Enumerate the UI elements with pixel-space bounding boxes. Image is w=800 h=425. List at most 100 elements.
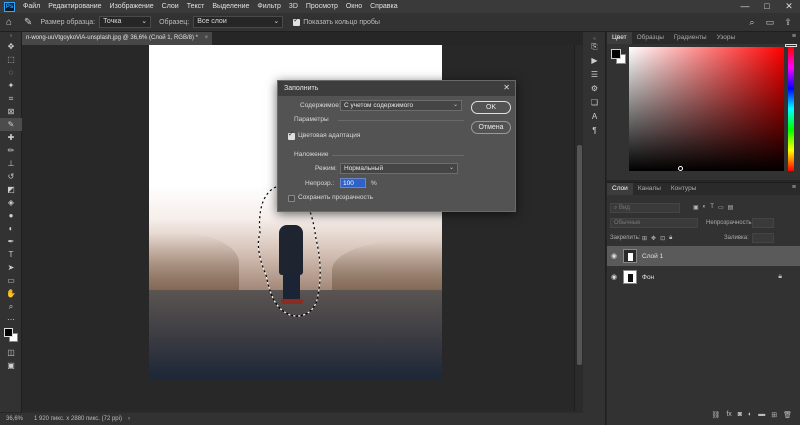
maximize-button[interactable]: □ — [756, 0, 778, 13]
menu-select[interactable]: Выделение — [208, 3, 253, 10]
eraser-tool-icon[interactable]: ◩ — [0, 183, 22, 196]
color-adapt-checkbox[interactable] — [288, 130, 295, 140]
quick-mask-icon[interactable]: ◫ — [0, 346, 22, 359]
actions-icon[interactable]: ▶ — [583, 54, 606, 68]
workspace-icon[interactable]: ▭ — [764, 16, 776, 28]
home-icon[interactable]: ⌂ — [6, 17, 12, 28]
trash-icon[interactable]: 🗑︎ — [783, 411, 792, 423]
history-brush-tool-icon[interactable]: ↺ — [0, 170, 22, 183]
link-icon[interactable]: ⛓ — [711, 411, 720, 423]
crop-tool-icon[interactable]: ⌗ — [0, 92, 22, 105]
lock-position-icon[interactable]: ✥ — [651, 235, 656, 242]
brush-tool-icon[interactable]: ✏ — [0, 144, 22, 157]
eyedropper-tool-icon[interactable]: ✎ — [0, 118, 22, 131]
eye-icon[interactable]: ◉ — [607, 273, 621, 281]
menu-file[interactable]: Файл — [19, 3, 44, 10]
path-select-tool-icon[interactable]: ➤ — [0, 261, 22, 274]
opacity-input[interactable] — [752, 218, 774, 228]
blur-tool-icon[interactable]: ● — [0, 209, 22, 222]
ok-button[interactable]: OK — [471, 101, 511, 114]
clone-stamp-tool-icon[interactable]: ⊥ — [0, 157, 22, 170]
panel-menu-icon[interactable]: ≡ — [792, 184, 796, 191]
status-menu-arrow[interactable]: › — [128, 413, 130, 425]
menu-layers[interactable]: Слои — [158, 3, 183, 10]
tab-gradients[interactable]: Градиенты — [669, 32, 712, 44]
tab-channels[interactable]: Каналы — [633, 183, 666, 195]
tab-patterns[interactable]: Узоры — [712, 32, 741, 44]
character-icon[interactable]: A — [583, 110, 606, 124]
preserve-transparency-checkbox[interactable] — [288, 195, 295, 202]
minimize-button[interactable]: — — [734, 0, 756, 13]
lock-artboard-icon[interactable]: ⊡ — [660, 235, 665, 242]
move-tool-icon[interactable]: ✥ — [0, 40, 22, 53]
lock-all-icon[interactable]: 🔒︎ — [669, 235, 672, 242]
eyedropper-tool-icon[interactable]: ✎ — [24, 17, 32, 28]
show-ring-checkbox[interactable] — [293, 16, 301, 26]
zoom-tool-icon[interactable]: ⌕ — [0, 300, 22, 313]
more-tools-icon[interactable]: ⋯ — [0, 313, 22, 326]
document-tab[interactable]: n-wong-uuVtgoykoViA-unsplash.jpg @ 36,6%… — [22, 32, 212, 45]
tab-layers[interactable]: Слои — [607, 183, 633, 195]
adjustments-icon[interactable]: ⚙ — [583, 82, 606, 96]
opacity-input[interactable]: 100 — [340, 178, 366, 188]
new-layer-icon[interactable]: ⊞ — [771, 411, 777, 423]
cancel-button[interactable]: Отмена — [471, 121, 511, 134]
content-select[interactable]: С учетом содержимого ⌄ — [340, 100, 462, 111]
history-icon[interactable]: ⎘ — [583, 40, 606, 54]
hand-tool-icon[interactable]: ✋ — [0, 287, 22, 300]
color-picker-field[interactable] — [629, 47, 784, 171]
sample-select[interactable]: Все слои ⌄ — [193, 16, 284, 28]
fx-icon[interactable]: fx — [726, 411, 731, 423]
tab-paths[interactable]: Контуры — [666, 183, 702, 195]
pen-tool-icon[interactable]: ✒ — [0, 235, 22, 248]
mode-select[interactable]: Нормальный ⌄ — [340, 163, 458, 174]
close-window-button[interactable]: ✕ — [778, 0, 800, 13]
close-icon[interactable]: ✕ — [503, 83, 510, 92]
adjustment-icon[interactable]: ◐ — [748, 411, 752, 423]
tab-color[interactable]: Цвет — [607, 32, 632, 44]
mask-icon[interactable]: ◙ — [738, 411, 742, 423]
collapse-icon[interactable]: « — [583, 32, 606, 42]
blend-mode-select[interactable]: Обычные — [610, 218, 698, 228]
group-icon[interactable]: ▬ — [758, 411, 765, 423]
quick-select-tool-icon[interactable]: ✦ — [0, 79, 22, 92]
sample-size-select[interactable]: Точка ⌄ — [99, 16, 152, 28]
search-icon[interactable]: ⌕ — [746, 16, 758, 28]
lock-pixels-icon[interactable]: ⊞ — [642, 235, 647, 242]
color-picker-cursor[interactable] — [678, 166, 683, 171]
foreground-color[interactable] — [611, 49, 621, 59]
healing-brush-tool-icon[interactable]: ✚ — [0, 131, 22, 144]
paint-bucket-tool-icon[interactable]: ◈ — [0, 196, 22, 209]
frame-tool-icon[interactable]: ⊠ — [0, 105, 22, 118]
hue-slider[interactable] — [788, 47, 794, 171]
tab-swatches[interactable]: Образцы — [632, 32, 669, 44]
properties-icon[interactable]: ☰ — [583, 68, 606, 82]
color-swatches[interactable] — [0, 326, 22, 346]
share-icon[interactable]: ⇪ — [782, 16, 794, 28]
menu-edit[interactable]: Редактирование — [44, 3, 105, 10]
menu-image[interactable]: Изображение — [106, 3, 158, 10]
menu-type[interactable]: Текст — [183, 3, 209, 10]
menu-filter[interactable]: Фильтр — [253, 3, 285, 10]
dodge-tool-icon[interactable]: ◐ — [0, 222, 22, 235]
menu-window[interactable]: Окно — [342, 3, 366, 10]
lasso-tool-icon[interactable]: ◌ — [0, 66, 22, 79]
vertical-scroll-thumb[interactable] — [577, 145, 582, 365]
paragraph-icon[interactable]: ¶ — [583, 124, 606, 138]
layer-filter-select[interactable]: ⌕ Вид — [610, 203, 680, 213]
menu-view[interactable]: Просмотр — [302, 3, 342, 10]
eye-icon[interactable]: ◉ — [607, 252, 621, 260]
panel-menu-icon[interactable]: ≡ — [792, 33, 796, 40]
zoom-level[interactable]: 36,6% — [0, 413, 30, 425]
type-tool-icon[interactable]: T — [0, 248, 22, 261]
toolbar-collapse-icon[interactable]: » — [0, 32, 22, 40]
close-icon[interactable]: × — [205, 35, 209, 41]
menu-help[interactable]: Справка — [366, 3, 401, 10]
layer-row[interactable]: ◉ Фон 🔒︎ — [607, 267, 800, 287]
screen-mode-icon[interactable]: ▣ — [0, 359, 22, 372]
filter-shape-icon[interactable]: ▭ — [718, 204, 724, 211]
hue-slider-marker[interactable] — [785, 44, 797, 47]
filter-smart-icon[interactable]: ▤ — [728, 204, 734, 211]
vertical-scrollbar[interactable] — [574, 45, 583, 411]
marquee-tool-icon[interactable]: ⬚ — [0, 53, 22, 66]
